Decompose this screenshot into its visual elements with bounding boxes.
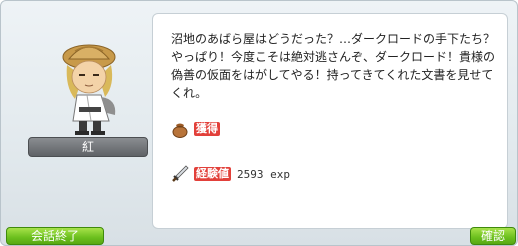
npc-portrait	[62, 44, 116, 135]
quest-dialog-text: 沼地のあばら屋はどうだった？…ダークロードの手下たち？やっぱり！今度こそは絶対逃…	[171, 32, 496, 100]
confirm-button[interactable]: 確認	[470, 227, 516, 245]
item-reward-label: 獲得	[194, 122, 220, 136]
npc-name-plate: 紅	[28, 137, 148, 157]
item-reward-row: 獲得	[171, 120, 220, 138]
exp-reward-row: 経験値 2593 exp	[171, 165, 290, 183]
exp-reward-label: 経験値	[194, 167, 231, 181]
quest-text-panel: 沼地のあばら屋はどうだった？…ダークロードの手下たち？やっぱり！今度こそは絶対逃…	[152, 13, 508, 229]
exp-reward-value: 2593 exp	[237, 167, 290, 181]
pouch-icon	[172, 123, 188, 138]
sword-icon	[172, 165, 189, 182]
npc-dialog-window: 紅 沼地のあばら屋はどうだった？…ダークロードの手下たち？やっぱり！今度こそは絶…	[0, 0, 518, 246]
end-conversation-button[interactable]: 会話終了	[6, 227, 104, 245]
